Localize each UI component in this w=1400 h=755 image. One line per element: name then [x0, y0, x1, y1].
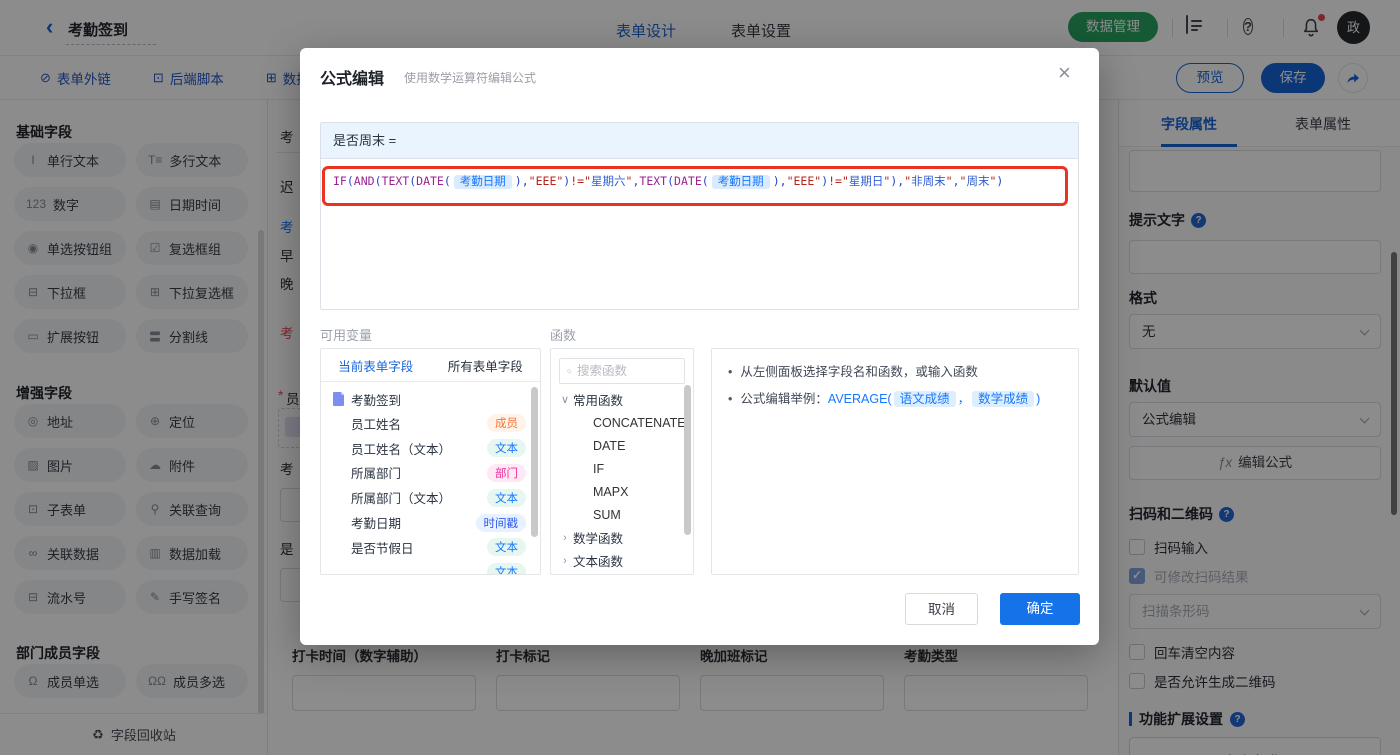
- formula-token: !=: [828, 174, 842, 188]
- tab-current-form-fields[interactable]: 当前表单字段: [321, 356, 431, 375]
- tip-line: • 从左侧面板选择字段名和函数，或输入函数: [728, 365, 978, 379]
- formula-token: ): [996, 174, 1004, 188]
- tree-chevron-icon: ›: [563, 531, 567, 544]
- formula-token: 考勤日期: [711, 175, 770, 189]
- type-badge: 文本: [487, 439, 526, 458]
- formula-token: 星期六: [591, 174, 626, 188]
- formula-token: !=: [570, 174, 585, 188]
- formula-token: DATE: [416, 174, 444, 188]
- formula-token: ,: [521, 174, 529, 188]
- formula-token: TEXT: [639, 174, 668, 188]
- formula-token: (: [346, 174, 354, 188]
- formula-token: "EEE": [786, 174, 822, 188]
- app-screen: ‹ 考勤签到 表单设计 表单设置 数据管理 ? 政 ⊘ 表单外链 ⊡ 后端脚本 …: [0, 0, 1400, 755]
- search-input[interactable]: [577, 364, 677, 378]
- type-badge: 成员: [487, 414, 526, 433]
- variable-row[interactable]: 所属部门 部门: [321, 461, 540, 486]
- example-field-chip: 语文成绩: [893, 391, 956, 407]
- tips-panel: • 从左侧面板选择字段名和函数，或输入函数 • 公式编辑举例：AVERAGE(语文成…: [711, 348, 1079, 575]
- confirm-button[interactable]: 确定: [1000, 593, 1080, 625]
- formula-token: (: [374, 174, 382, 188]
- formula-editor[interactable]: 是否周末 = IF(AND(TEXT(DATE(考勤日期),"EEE")!="星…: [320, 122, 1079, 310]
- variables-label: 可用变量: [320, 328, 373, 343]
- form-root-item[interactable]: 考勤签到: [321, 387, 540, 411]
- variables-panel: 当前表单字段 所有表单字段 考勤签到 员工姓名 成员 员工姓名（文本） 文本 所…: [320, 348, 541, 575]
- formula-token: (: [443, 174, 451, 188]
- function-search[interactable]: [559, 358, 685, 384]
- formula-token: (: [667, 174, 675, 188]
- variable-row[interactable]: 是否节假日 文本: [321, 535, 540, 560]
- search-icon: [567, 368, 572, 374]
- formula-token: 非周末: [911, 174, 946, 188]
- formula-token: "EEE": [528, 174, 564, 188]
- formula-token: ": [584, 174, 592, 188]
- type-badge: 时间戳: [475, 513, 526, 532]
- variable-row[interactable]: 员工姓名 成员: [321, 411, 540, 436]
- functions-panel: ∨ 常用函数 CONCATENATE DATE: [550, 348, 694, 575]
- variable-row[interactable]: 员工姓名（文本） 文本: [321, 436, 540, 461]
- function-item[interactable]: IF: [551, 457, 693, 480]
- type-badge: 文本: [487, 563, 526, 574]
- function-item[interactable]: SUM: [551, 503, 693, 526]
- type-badge: 文本: [487, 488, 526, 507]
- formula-editor-modal: 公式编辑 使用数学运算符编辑公式 × 是否周末 = IF(AND(TEXT(DA…: [300, 48, 1099, 645]
- function-item[interactable]: › 数学函数: [551, 526, 693, 549]
- function-item[interactable]: MAPX: [551, 480, 693, 503]
- formula-token: ,: [779, 174, 787, 188]
- formula-token: 考勤日期: [453, 175, 512, 189]
- formula-result-label: 是否周末 =: [321, 123, 1078, 159]
- variable-row[interactable]: 所属部门（文本） 文本: [321, 485, 540, 510]
- formula-token: ,: [952, 174, 960, 188]
- type-badge: 文本: [487, 538, 526, 557]
- variable-row[interactable]: 文本: [321, 560, 540, 574]
- formula-token: ": [841, 174, 849, 188]
- variables-tabs: 当前表单字段 所有表单字段: [321, 349, 540, 382]
- tab-all-form-fields[interactable]: 所有表单字段: [431, 356, 541, 375]
- variables-scrollbar[interactable]: [531, 387, 538, 537]
- formula-token: AND: [353, 174, 375, 188]
- formula-token: DATE: [674, 174, 702, 188]
- formula-token: (: [701, 174, 709, 188]
- formula-token: TEXT: [381, 174, 410, 188]
- example-field-chip: 数学成绩: [972, 391, 1035, 407]
- tree-chevron-icon: ∨: [560, 394, 570, 406]
- formula-token: ): [772, 174, 780, 188]
- formula-expression[interactable]: IF(AND(TEXT(DATE(考勤日期),"EEE")!="星期六",TEX…: [333, 173, 1068, 189]
- tree-chevron-icon: ›: [563, 554, 567, 567]
- cancel-button[interactable]: 取消: [905, 593, 978, 625]
- function-item[interactable]: › 文本函数: [551, 549, 693, 572]
- function-item[interactable]: ∨ 常用函数: [551, 388, 693, 411]
- close-icon[interactable]: ×: [1058, 62, 1071, 84]
- formula-token: 周末: [966, 174, 990, 188]
- function-item[interactable]: CONCATENATE: [551, 411, 693, 434]
- function-item[interactable]: DATE: [551, 434, 693, 457]
- modal-subtitle: 使用数学运算符编辑公式: [404, 71, 537, 85]
- functions-scrollbar[interactable]: [684, 385, 691, 535]
- functions-label: 函数: [550, 328, 577, 343]
- modal-title: 公式编辑: [320, 71, 385, 88]
- formula-token: IF: [333, 174, 347, 188]
- tip-example-line: • 公式编辑举例：AVERAGE(语文成绩，数学成绩): [728, 391, 1041, 407]
- formula-token: ": [945, 174, 953, 188]
- formula-token: ): [514, 174, 522, 188]
- type-badge: 部门: [487, 463, 526, 482]
- document-icon: [333, 392, 344, 406]
- variable-row[interactable]: 考勤日期 时间戳: [321, 510, 540, 535]
- formula-token: 星期日: [848, 174, 884, 188]
